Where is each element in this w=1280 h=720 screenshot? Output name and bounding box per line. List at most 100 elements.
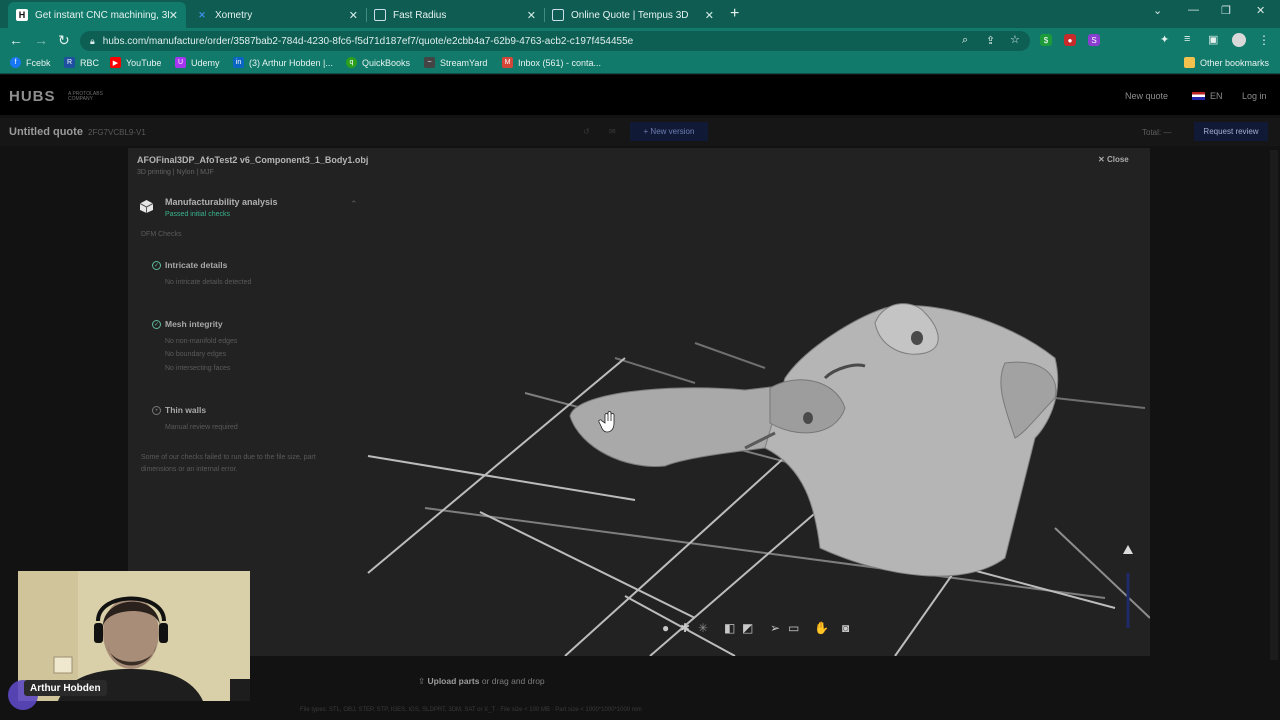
browser-tab-strip: H Get instant CNC machining, 3D p ✕ ✕ Xo… (0, 0, 1280, 28)
restore-button[interactable]: ❐ (1221, 4, 1231, 17)
camera-icon[interactable]: ◙ (842, 620, 849, 636)
extension-s-icon[interactable]: S (1088, 34, 1100, 46)
perspective-icon[interactable]: ◩ (742, 620, 753, 636)
side-panel-icon[interactable]: ▣ (1208, 33, 1218, 46)
new-version-button[interactable]: + New version (630, 122, 708, 141)
new-tab-button[interactable]: + (730, 5, 739, 23)
lighting-icon[interactable]: ✱ (680, 620, 690, 636)
extensions-puzzle-icon[interactable]: ✦ (1160, 33, 1169, 46)
history-icon[interactable]: ↺ (583, 127, 590, 136)
back-button[interactable]: ← (9, 32, 23, 48)
udemy-icon: U (175, 57, 186, 68)
url-text: hubs.com/manufacture/order/3587bab2-784d… (102, 35, 634, 47)
xometry-favicon: ✕ (198, 9, 206, 20)
analysis-status: Passed initial checks (165, 211, 230, 218)
folder-icon (1184, 57, 1195, 68)
orientation-gizmo[interactable] (1123, 545, 1133, 628)
other-bookmarks[interactable]: Other bookmarks (1184, 57, 1269, 68)
quickbooks-icon: q (346, 57, 357, 68)
analysis-title[interactable]: Manufacturability analysis (165, 197, 278, 207)
wireframe-icon[interactable]: ✳ (698, 620, 708, 636)
ruler-icon[interactable]: ▭ (788, 620, 799, 636)
window-close-button[interactable]: ✕ (1256, 4, 1265, 17)
forward-button[interactable]: → (34, 32, 48, 48)
close-icon[interactable]: ✕ (169, 9, 178, 22)
tab-title: Xometry (215, 9, 253, 21)
bookmark-youtube[interactable]: ▶ YouTube (110, 57, 161, 68)
bookmark-quickbooks[interactable]: q QuickBooks (346, 57, 410, 68)
close-icon[interactable]: ✕ (349, 9, 358, 22)
upload-label: Upload parts (427, 676, 480, 686)
chevron-up-icon[interactable]: ⌃ (350, 199, 358, 210)
bookmarks-bar: f Fcebk R RBC ▶ YouTube U Udemy in (3) Arthur… (0, 54, 1280, 74)
address-bar[interactable]: 🔒︎ hubs.com/manufacture/order/3587bab2-7… (80, 31, 1030, 51)
reload-button[interactable]: ↻ (58, 32, 70, 49)
bookmark-fcebk[interactable]: f Fcebk (10, 57, 51, 68)
total-label: Total: — (1142, 128, 1172, 137)
menu-kebab-icon[interactable]: ⋮ (1258, 33, 1270, 47)
part-spec: 3D printing | Nylon | MJF (137, 169, 214, 176)
bookmark-label: RBC (80, 57, 100, 68)
extension-red-icon[interactable]: ● (1064, 34, 1076, 46)
hubs-favicon: H (16, 9, 28, 21)
tab-xometry[interactable]: ✕ Xometry ✕ (188, 2, 366, 28)
hubs-logo[interactable]: HUBS (9, 88, 56, 105)
viewer-canvas[interactable] (365, 148, 1150, 656)
close-icon[interactable]: ✕ (527, 9, 536, 22)
close-button[interactable]: ✕ Close (1098, 155, 1129, 164)
close-icon: ✕ (1098, 155, 1107, 164)
minimize-button[interactable]: — (1188, 4, 1199, 16)
bookmark-label: Udemy (191, 57, 220, 68)
bookmark-gmail[interactable]: M Inbox (561) - conta... (502, 57, 601, 68)
bookmark-streamyard[interactable]: ~ StreamYard (424, 57, 487, 68)
dfm-checks-label: DFM Checks (141, 231, 182, 238)
upload-parts[interactable]: ⇪ Upload parts or drag and drop (418, 676, 545, 687)
login-link[interactable]: Log in (1242, 91, 1267, 101)
reading-list-icon[interactable]: ≡ (1184, 33, 1190, 45)
zoom-icon[interactable]: ⌕ (962, 34, 968, 47)
navigate-icon[interactable]: ➢ (770, 620, 780, 636)
bookmark-label: StreamYard (440, 57, 488, 68)
select-cursor-icon[interactable]: ✋ (814, 620, 829, 636)
tab-search-icon[interactable]: ⌄ (1153, 4, 1162, 17)
quote-id: 2FG7VCBL9-V1 (88, 128, 146, 137)
solid-view-icon[interactable]: ● (662, 620, 669, 636)
new-quote-link[interactable]: New quote (1125, 91, 1168, 101)
tab-title: Fast Radius (393, 9, 447, 21)
page-scrollbar[interactable] (1270, 150, 1278, 660)
tab-tempus[interactable]: Online Quote | Tempus 3D ✕ (544, 2, 722, 28)
3d-model-viewer[interactable] (365, 148, 1150, 656)
request-review-button[interactable]: Request review (1194, 122, 1268, 141)
check-detail: No boundary edges (165, 351, 227, 358)
check-detail: No intersecting faces (165, 365, 231, 372)
presenter-name: Arthur Hobden (24, 680, 107, 696)
extension-green-icon[interactable]: $ (1040, 34, 1052, 46)
close-icon[interactable]: ✕ (705, 9, 714, 22)
bookmark-label: (3) Arthur Hobden |... (249, 57, 333, 68)
profile-avatar[interactable] (1232, 33, 1246, 47)
check-circle-icon: ✓ (152, 261, 161, 270)
check-mesh-integrity: Mesh integrity (165, 319, 223, 329)
bookmark-udemy[interactable]: U Udemy (175, 57, 220, 68)
mail-icon[interactable]: ✉ (609, 127, 616, 136)
pending-circle-icon: • (152, 406, 161, 415)
afo-part-model[interactable] (569, 303, 1059, 577)
streamyard-icon: ~ (424, 57, 435, 68)
cube-icon (139, 199, 154, 214)
facebook-icon: f (10, 57, 21, 68)
bookmark-rbc[interactable]: R RBC (64, 57, 99, 68)
bookmark-star-icon[interactable]: ☆ (1010, 33, 1020, 46)
bookmark-label: YouTube (126, 57, 162, 68)
check-detail: No intricate details detected (165, 279, 252, 286)
flag-icon (1192, 92, 1205, 100)
tab-fastradius[interactable]: Fast Radius ✕ (366, 2, 544, 28)
tab-hubs[interactable]: H Get instant CNC machining, 3D p ✕ (8, 2, 186, 28)
quote-title[interactable]: Untitled quote (9, 126, 83, 138)
cube-view-icon[interactable]: ◧ (724, 620, 735, 636)
tab-title: Get instant CNC machining, 3D p (35, 9, 169, 21)
browser-toolbar: ← → ↻ 🔒︎ hubs.com/manufacture/order/3587… (0, 28, 1280, 54)
share-icon[interactable]: ⇪ (986, 34, 995, 47)
check-detail: No non-manifold edges (165, 338, 238, 345)
bookmark-linkedin[interactable]: in (3) Arthur Hobden |... (233, 57, 333, 68)
language-selector[interactable]: EN (1192, 91, 1223, 101)
